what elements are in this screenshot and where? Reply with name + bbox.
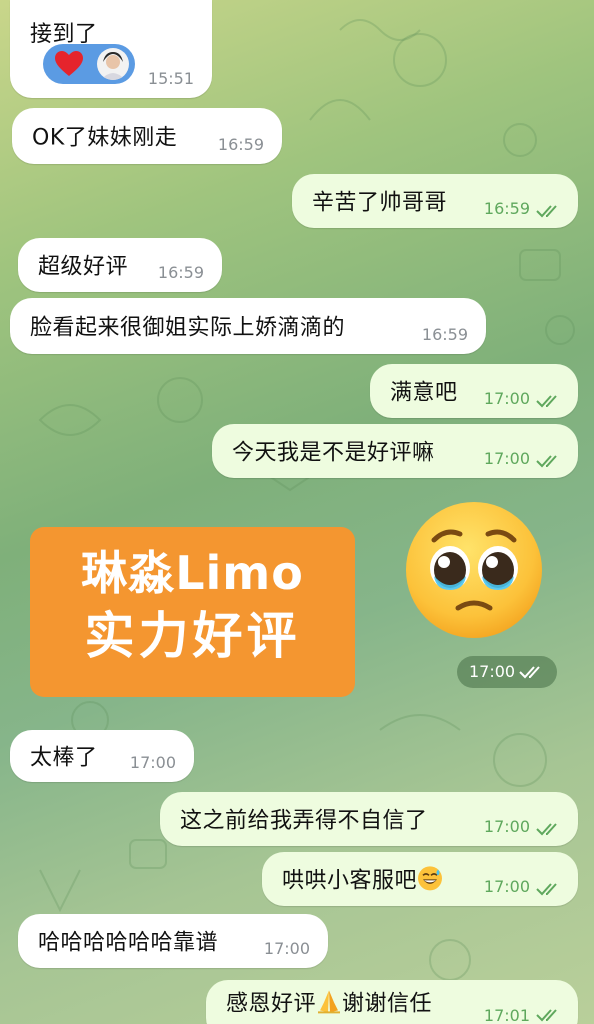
message-text: 太棒了 (30, 745, 98, 771)
sticker-line2: 实力好评 (84, 607, 301, 665)
folded-hands-emoji (318, 990, 341, 1014)
heart-icon (55, 51, 83, 76)
read-checkmarks-icon (536, 395, 557, 408)
message-bubble-outgoing[interactable]: 这之前给我弄得不自信了 17:00 (160, 792, 578, 846)
avatar (97, 48, 129, 80)
message-bubble-outgoing[interactable]: 今天我是不是好评嘛 17:00 (212, 424, 578, 478)
message-time: 16:59 (157, 263, 204, 282)
read-checkmarks-icon (536, 455, 557, 468)
read-checkmarks-icon (536, 1009, 557, 1022)
message-time: 16:59 (421, 325, 468, 344)
read-checkmarks-icon (536, 205, 557, 218)
message-text: 哄哄小客服吧 (282, 862, 443, 894)
message-text: 脸看起来很御姐实际上娇滴滴的 (30, 315, 346, 341)
message-time: 17:01 (483, 1006, 530, 1024)
message-text-part: 哄哄小客服吧 (282, 868, 418, 894)
sticker-timestamp: 17:00 (457, 656, 557, 688)
read-checkmarks-icon (519, 666, 540, 679)
message-bubble-incoming[interactable]: 脸看起来很御姐实际上娇滴滴的 16:59 (10, 298, 486, 354)
message-text-part: 谢谢信任 (342, 991, 433, 1017)
message-time: 16:59 (217, 135, 264, 154)
message-time: 17:00 (129, 753, 176, 772)
message-bubble-incoming[interactable]: 太棒了 17:00 (10, 730, 194, 782)
message-time: 17:00 (483, 817, 530, 836)
read-checkmarks-icon (536, 883, 557, 896)
message-text-part: 感恩好评 (226, 991, 317, 1017)
message-bubble-incoming[interactable]: 超级好评 16:59 (18, 238, 222, 292)
message-time: 15:51 (147, 69, 194, 88)
message-time: 17:00 (483, 389, 530, 408)
message-time: 17:00 (483, 877, 530, 896)
sticker-image[interactable]: 琳淼Limo 实力好评 (30, 527, 355, 697)
message-bubble-incoming[interactable]: OK了妹妹刚走 16:59 (12, 108, 282, 164)
message-text: OK了妹妹刚走 (32, 125, 178, 151)
sweat-smile-emoji (418, 866, 443, 891)
message-text: 今天我是不是好评嘛 (232, 440, 435, 466)
message-text: 哈哈哈哈哈哈靠谱 (38, 930, 219, 956)
message-text: 这之前给我弄得不自信了 (180, 808, 428, 834)
message-time: 17:00 (483, 449, 530, 468)
message-bubble-outgoing[interactable]: 感恩好评 谢谢信任 17:01 (206, 980, 578, 1024)
message-time: 16:59 (483, 199, 530, 218)
message-bubble-incoming[interactable]: 接到了 15:51 (10, 0, 212, 98)
pleading-face-emoji[interactable] (404, 500, 544, 640)
message-text: 辛苦了帅哥哥 (312, 190, 448, 216)
message-time: 17:00 (263, 939, 310, 958)
message-bubble-outgoing[interactable]: 辛苦了帅哥哥 16:59 (292, 174, 578, 228)
message-text: 感恩好评 谢谢信任 (226, 985, 432, 1017)
message-bubble-outgoing[interactable]: 满意吧 17:00 (370, 364, 578, 418)
message-bubble-incoming[interactable]: 哈哈哈哈哈哈靠谱 17:00 (18, 914, 328, 968)
sticker-line1: 琳淼Limo (81, 546, 304, 600)
reaction-pill[interactable] (43, 44, 135, 84)
message-text: 超级好评 (38, 254, 129, 280)
read-checkmarks-icon (536, 823, 557, 836)
message-time: 17:00 (469, 662, 516, 681)
message-text: 满意吧 (390, 380, 458, 406)
message-bubble-outgoing[interactable]: 哄哄小客服吧 17:00 (262, 852, 578, 906)
